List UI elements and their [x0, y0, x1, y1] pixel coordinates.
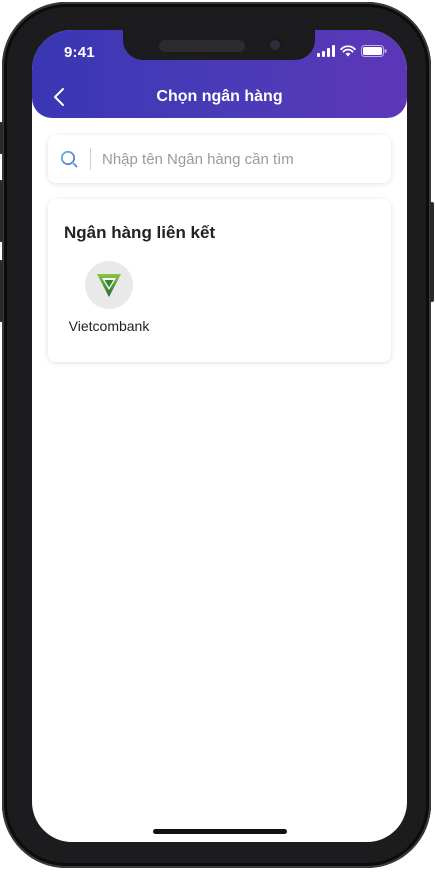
bank-item-vietcombank[interactable]: Vietcombank — [64, 261, 154, 341]
vietcombank-logo — [85, 261, 133, 309]
silent-switch — [0, 122, 3, 154]
cellular-signal-icon — [317, 45, 335, 57]
power-button — [430, 202, 434, 302]
volume-down-button — [0, 260, 3, 322]
phone-frame: 9:41 Chọn ngân hàng Nhập tên Ngân hàng c… — [0, 2, 434, 868]
home-indicator[interactable] — [153, 829, 287, 834]
linked-banks-card: Ngân hàng liên kết Vietcombank — [48, 199, 391, 362]
search-bar[interactable] — [48, 135, 391, 183]
battery-icon — [361, 45, 387, 57]
front-camera — [266, 36, 284, 54]
speaker-grille — [159, 40, 245, 52]
search-divider — [90, 148, 91, 170]
status-icons — [317, 45, 387, 57]
bank-name: Vietcombank — [68, 318, 150, 334]
wifi-icon — [340, 45, 356, 57]
linked-banks-title: Ngân hàng liên kết — [64, 223, 216, 242]
vietcombank-logo-icon — [97, 274, 121, 297]
volume-up-button — [0, 180, 3, 242]
search-icon — [60, 150, 78, 168]
search-input[interactable] — [102, 147, 382, 171]
screen: 9:41 Chọn ngân hàng Nhập tên Ngân hàng c… — [32, 30, 407, 842]
status-time: 9:41 — [64, 44, 95, 61]
notch — [123, 30, 315, 60]
page-title: Chọn ngân hàng — [156, 88, 283, 105]
